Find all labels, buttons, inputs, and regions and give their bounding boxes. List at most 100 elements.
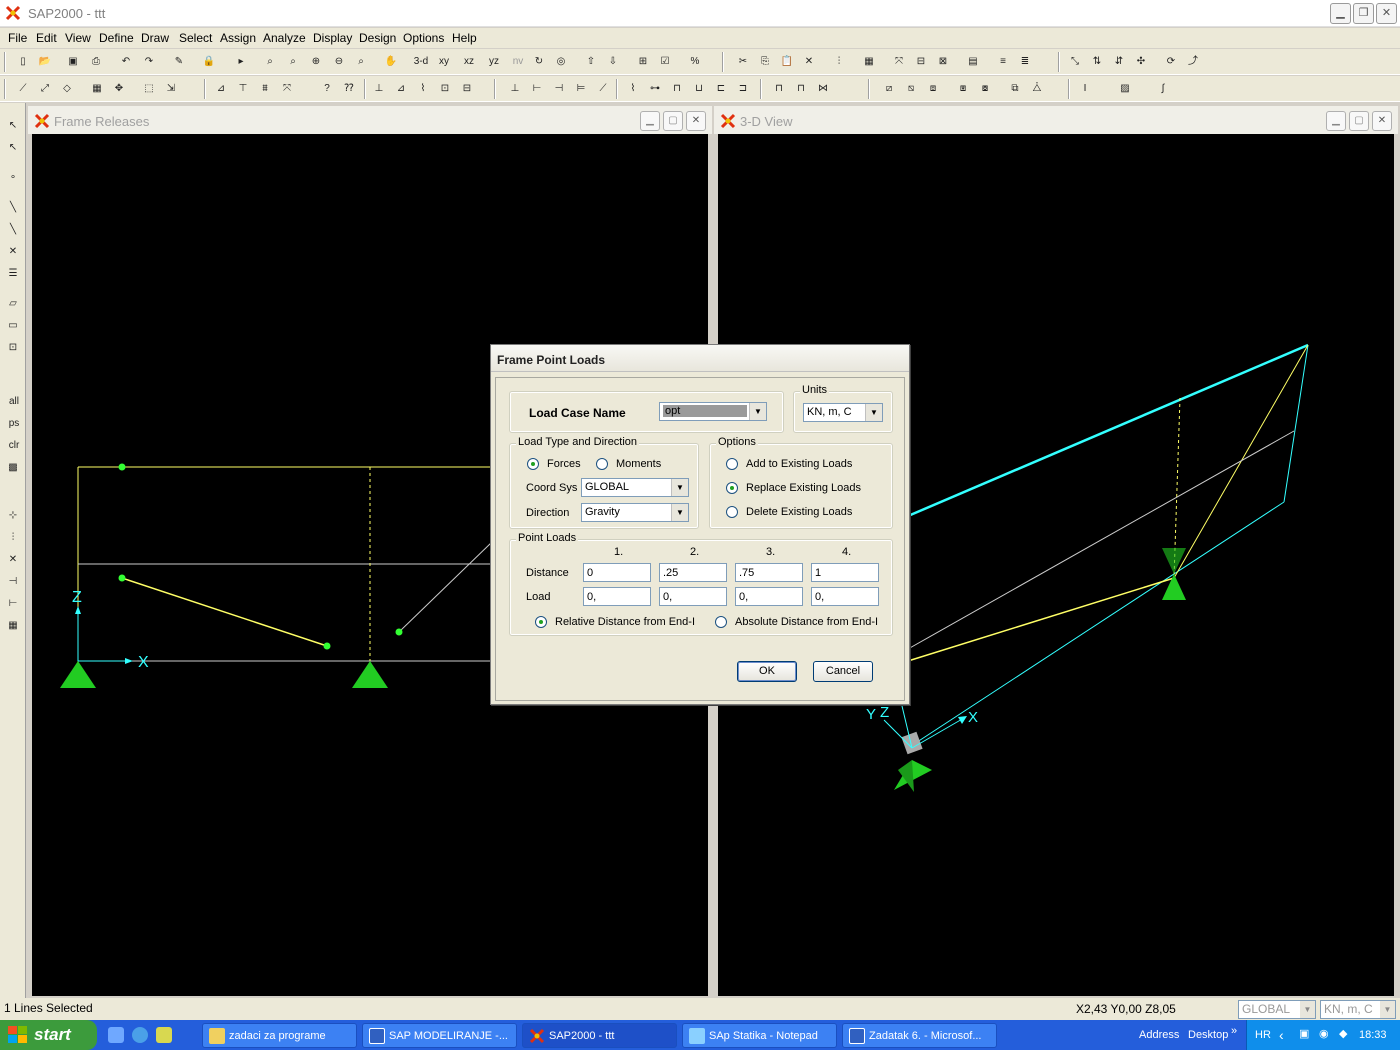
load-case-select[interactable]: opt ▼: [659, 402, 767, 421]
print-icon[interactable]: ⎙: [87, 53, 105, 71]
draw-brace-icon[interactable]: ✕: [4, 243, 22, 261]
pin-support-icon[interactable]: [352, 661, 388, 688]
link-section-icon[interactable]: ⧆: [954, 80, 972, 98]
copy-icon[interactable]: ⎘: [756, 53, 774, 71]
show-tables-icon[interactable]: ⤴: [1184, 53, 1202, 71]
perspective-icon[interactable]: ◎: [552, 53, 570, 71]
frame-inclined[interactable]: [121, 577, 328, 647]
joint[interactable]: [323, 642, 331, 650]
menu-select[interactable]: Select: [179, 31, 212, 45]
menu-file[interactable]: File: [8, 31, 27, 45]
menu-options[interactable]: Options: [403, 31, 444, 45]
previous-select-button[interactable]: ps: [4, 415, 24, 433]
snap-perpendicular-icon[interactable]: ⊣: [4, 573, 22, 591]
replace-existing-radio[interactable]: [726, 482, 738, 494]
divide-icon[interactable]: ⊟: [912, 53, 930, 71]
draw-frame-icon[interactable]: ⟋: [14, 80, 32, 98]
view-3d-button[interactable]: 3-d: [410, 53, 432, 71]
address-toolbar-label[interactable]: Address: [1139, 1029, 1179, 1041]
security-icon[interactable]: ◆: [1339, 1027, 1347, 1040]
rotate-view-icon[interactable]: ↻: [530, 53, 548, 71]
pan-icon[interactable]: ✋: [382, 53, 400, 71]
right-minimize-button[interactable]: ▁: [1326, 111, 1346, 131]
left-minimize-button[interactable]: ▁: [640, 111, 660, 131]
lock-icon[interactable]: 🔒: [200, 53, 218, 71]
frame-bottom-chord[interactable]: [907, 501, 1285, 749]
pin-support-icon[interactable]: [898, 760, 914, 792]
back-arrow-icon[interactable]: ‹: [1279, 1027, 1284, 1043]
solid-icon[interactable]: ⧉: [1006, 80, 1024, 98]
menu-help[interactable]: Help: [452, 31, 477, 45]
section-assign-icon[interactable]: ⊤: [234, 80, 252, 98]
reshape-icon[interactable]: ↖: [4, 139, 22, 157]
frame-mid-beam[interactable]: [907, 430, 1295, 650]
frame-cable-icon[interactable]: ⟋: [594, 80, 612, 98]
pin-support-icon[interactable]: [1162, 574, 1186, 600]
area-uniform-icon[interactable]: ⧄: [880, 80, 898, 98]
area-load-icon[interactable]: ⊓: [770, 80, 788, 98]
frame-output-icon[interactable]: ⊥: [506, 80, 524, 98]
frame-hinge-icon[interactable]: ⊶: [646, 80, 664, 98]
cut-icon[interactable]: ✂: [734, 53, 752, 71]
constraint-icon[interactable]: ⊿: [392, 80, 410, 98]
direction-select[interactable]: Gravity ▼: [581, 503, 689, 522]
link-local-icon[interactable]: ⧇: [976, 80, 994, 98]
view-yz-button[interactable]: yz: [484, 53, 504, 71]
distance-input-2[interactable]: [659, 563, 727, 582]
clear-select-button[interactable]: clr: [4, 437, 24, 455]
zoom-out-icon[interactable]: ⊖: [330, 53, 348, 71]
select-window-icon[interactable]: ⬚: [140, 80, 158, 98]
frame-point-load-icon[interactable]: ⊔: [690, 80, 708, 98]
distance-input-1[interactable]: [583, 563, 651, 582]
absolute-distance-radio[interactable]: [715, 616, 727, 628]
zoom-window-icon[interactable]: ⌕: [261, 53, 279, 71]
undo-icon[interactable]: ↶: [117, 53, 135, 71]
close-button[interactable]: ✕: [1376, 3, 1397, 24]
joint[interactable]: [395, 628, 403, 636]
select-all-button[interactable]: all: [4, 393, 24, 411]
internet-explorer-icon[interactable]: [132, 1027, 148, 1043]
draw-quick-area-icon[interactable]: ⊡: [4, 339, 22, 357]
area-pressure-icon[interactable]: ⋈: [814, 80, 832, 98]
distance-input-4[interactable]: [811, 563, 879, 582]
task-zadaci[interactable]: zadaci za programe: [202, 1023, 357, 1048]
draw-line-icon[interactable]: ╲: [4, 199, 22, 217]
zoom-in-icon[interactable]: ⊕: [307, 53, 325, 71]
render-icon[interactable]: ▨: [1116, 80, 1134, 98]
delete-icon[interactable]: ✕: [800, 53, 818, 71]
help-cursor-icon[interactable]: ?: [318, 80, 336, 98]
object-shrink-icon[interactable]: ⊞: [634, 53, 652, 71]
restore-button[interactable]: ❐: [1353, 3, 1374, 24]
panel-zone-icon[interactable]: ⊟: [458, 80, 476, 98]
forces-radio[interactable]: [527, 458, 539, 470]
assign-icon[interactable]: ▤: [964, 53, 982, 71]
pin-support-icon[interactable]: [1162, 548, 1186, 574]
area-section-icon[interactable]: ⩩: [256, 80, 274, 98]
show-grid-icon[interactable]: ▦: [88, 80, 106, 98]
menu-analyze[interactable]: Analyze: [263, 31, 306, 45]
view-nv-button[interactable]: nv: [508, 53, 528, 71]
draw-secondary-icon[interactable]: ☰: [4, 265, 22, 283]
restraint-icon[interactable]: ⊥: [370, 80, 388, 98]
ok-button[interactable]: OK: [737, 661, 797, 682]
units-percent-icon[interactable]: %: [686, 53, 704, 71]
joint-reactions-icon[interactable]: ⇵: [1110, 53, 1128, 71]
settings-icon[interactable]: ✣: [1132, 53, 1150, 71]
area-surface-icon[interactable]: ⧈: [924, 80, 942, 98]
draw-line-click-icon[interactable]: ╲: [4, 221, 22, 239]
snap-joints-icon[interactable]: ⊹: [4, 507, 22, 525]
area-gravity-icon[interactable]: ⧅: [902, 80, 920, 98]
move-up-icon[interactable]: ⇧: [582, 53, 600, 71]
grid-icon[interactable]: ▦: [860, 53, 878, 71]
task-notepad[interactable]: SAp Statika - Notepad: [682, 1023, 837, 1048]
zoom-full-icon[interactable]: ⌕: [352, 53, 370, 71]
local-axes-icon[interactable]: ⤧: [278, 80, 296, 98]
frame-top-chord[interactable]: [907, 343, 1309, 518]
load-input-2[interactable]: [659, 587, 727, 606]
view-xz-button[interactable]: xz: [459, 53, 479, 71]
menu-define[interactable]: Define: [99, 31, 134, 45]
right-close-button[interactable]: ✕: [1372, 111, 1392, 131]
intersect-line-icon[interactable]: ▩: [4, 459, 22, 477]
media-player-icon[interactable]: [156, 1027, 172, 1043]
view-xy-button[interactable]: xy: [434, 53, 454, 71]
